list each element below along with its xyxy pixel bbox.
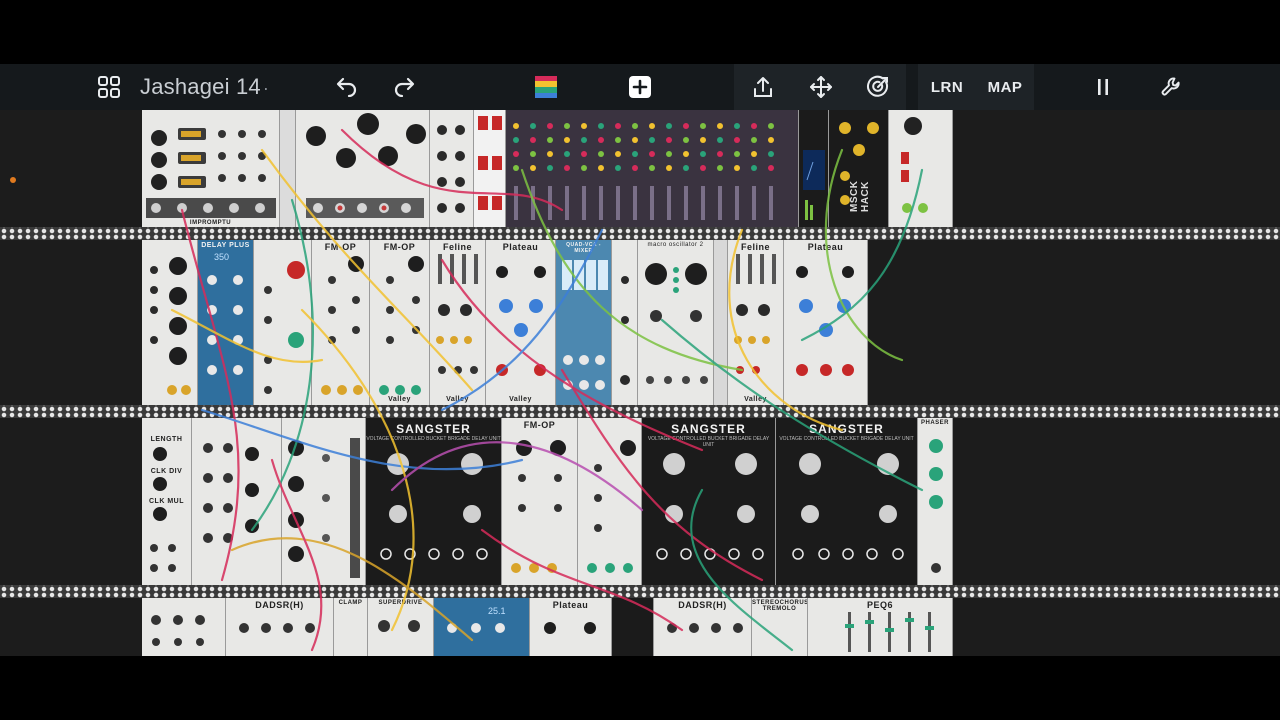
module-plateau-3[interactable]: Plateau [530, 598, 612, 656]
module-label: CLAMP [338, 600, 363, 606]
undo-button[interactable] [328, 64, 364, 110]
move-button[interactable] [803, 64, 839, 110]
module-quad-vca-mixer[interactable]: QUAD-VCA - MIXER [556, 240, 612, 405]
module-seq[interactable] [254, 240, 312, 405]
rack-empty [868, 240, 953, 405]
module-delayplus[interactable]: DELAY PLUS 350 [198, 240, 254, 405]
module-mixer[interactable] [506, 110, 799, 227]
patch-title-text: Jashagei 14 [140, 74, 261, 99]
module-stereochorus[interactable]: STEREOCHORUS TREMOLO [752, 598, 808, 656]
settings-button[interactable] [1154, 64, 1190, 110]
module-gangster-3[interactable]: SANGSTER VOLTAGE CONTROLLED BUCKET BRIGA… [776, 418, 918, 585]
module-gates[interactable] [474, 110, 506, 227]
add-module-button[interactable] [622, 64, 658, 110]
module-sampler[interactable] [889, 110, 953, 227]
rack-workspace[interactable]: IMPROMPTU MSCK HACK DELAY PLUS 350 FM-OP… [0, 110, 1280, 656]
grid-icon [97, 75, 121, 99]
module-utility[interactable] [430, 110, 474, 227]
module-label: STEREOCHORUS TREMOLO [752, 600, 808, 612]
module-macro-oscillator[interactable]: macro oscillator 2 [638, 240, 714, 405]
module-dark-util[interactable] [612, 598, 654, 656]
cable-colors-button[interactable] [528, 64, 564, 110]
module-plateau-1[interactable]: Plateau Valley [486, 240, 556, 405]
module-filter[interactable] [142, 598, 226, 656]
module-impromptu[interactable]: IMPROMPTU [142, 110, 280, 227]
module-quad-vca[interactable] [282, 418, 366, 585]
pause-icon [1095, 77, 1111, 97]
module-phaser[interactable]: PHASER [918, 418, 953, 585]
module-oled[interactable] [799, 110, 829, 227]
module-gangster-2[interactable]: SANGSTER VOLTAGE CONTROLLED BUCKET BRIGA… [642, 418, 776, 585]
module-label: MSCK HACK [849, 180, 871, 213]
module-msck-hack[interactable]: MSCK HACK [829, 110, 889, 227]
module-fm-op-2[interactable]: FM-OP Valley [370, 240, 430, 405]
module-feline-1[interactable]: Feline Valley [430, 240, 486, 405]
patch-title[interactable]: Jashagei 14 · [140, 64, 269, 110]
module-env[interactable] [192, 418, 282, 585]
wrench-icon [1160, 75, 1184, 99]
move-icon [809, 75, 833, 99]
module-superdrive[interactable]: SUPERDRIVE [368, 598, 434, 656]
module-blank [714, 240, 728, 405]
module-clamp[interactable]: CLAMP [334, 598, 368, 656]
cable-colors-icon [534, 75, 558, 99]
undo-icon [334, 77, 358, 97]
module-clock-div[interactable]: LENGTH CLK DIV CLK MUL [142, 418, 192, 585]
module-label: IMPROMPTU [189, 220, 232, 226]
module-browser-button[interactable] [90, 64, 128, 110]
module-mixer-small[interactable] [612, 240, 638, 405]
unsaved-marker: · [262, 78, 270, 98]
target-button[interactable] [860, 64, 896, 110]
module-dadsr-1[interactable]: DADSR(H) [226, 598, 334, 656]
toolbar: Jashagei 14 · LRN MAP [0, 64, 1280, 110]
module-gangster-1[interactable]: SANGSTER VOLTAGE CONTROLLED BUCKET BRIGA… [366, 418, 502, 585]
module-delay[interactable]: 25.1 [434, 598, 530, 656]
learn-button[interactable]: LRN [924, 64, 970, 110]
share-button[interactable] [745, 64, 781, 110]
redo-icon [393, 77, 417, 97]
share-icon [752, 76, 774, 98]
scroll-indicator [10, 177, 16, 183]
add-module-icon [628, 75, 652, 99]
module-dadsr-2[interactable]: DADSR(H) [654, 598, 752, 656]
module-lfo[interactable] [142, 240, 198, 405]
module-fm-op-3[interactable]: FM-OP [502, 418, 578, 585]
letterbox-bottom [0, 656, 1280, 720]
module-fm-op-4[interactable] [578, 418, 642, 585]
module-footer: Valley [509, 396, 532, 403]
module-footer: Valley [446, 396, 469, 403]
module-plateau-2[interactable]: Plateau [784, 240, 868, 405]
map-button[interactable]: MAP [982, 64, 1028, 110]
module-footer: Valley [744, 396, 767, 403]
module-clock[interactable] [296, 110, 430, 227]
letterbox-top [0, 0, 1280, 64]
module-footer: Valley [388, 396, 411, 403]
target-icon [866, 75, 890, 99]
module-fm-op-1[interactable]: FM-OP [312, 240, 370, 405]
module-feline-2[interactable]: Feline Valley [728, 240, 784, 405]
module-rack[interactable]: IMPROMPTU MSCK HACK DELAY PLUS 350 FM-OP… [142, 110, 953, 656]
pause-button[interactable] [1086, 64, 1120, 110]
module-blank [280, 110, 296, 227]
module-peq6[interactable]: PEQ6 [808, 598, 953, 656]
redo-button[interactable] [387, 64, 423, 110]
